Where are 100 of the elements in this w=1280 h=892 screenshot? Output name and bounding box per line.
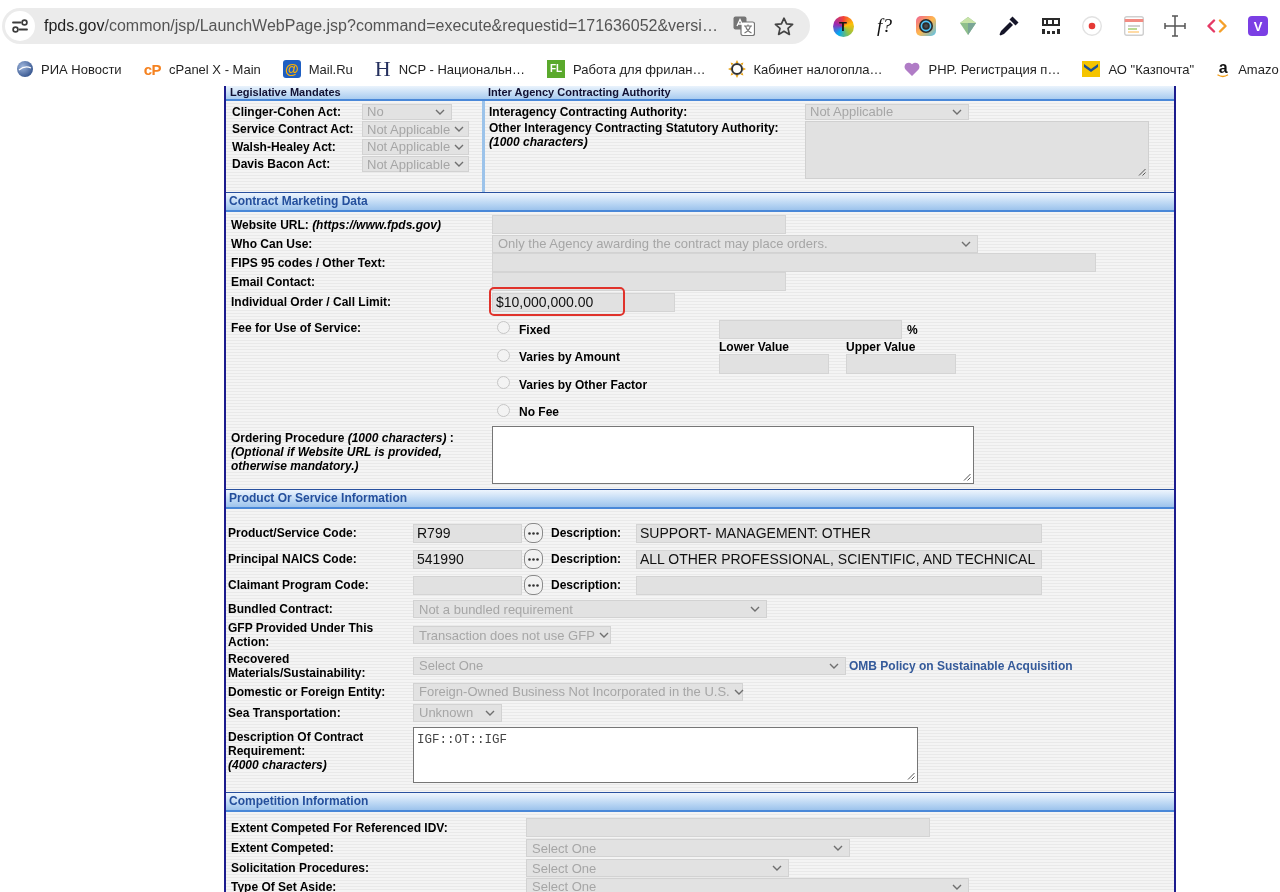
letter-logo-icon: H (374, 58, 391, 80)
ellipsis-icon (528, 583, 539, 587)
field-label: Bundled Contract: (228, 602, 334, 616)
envelope-icon (1082, 61, 1101, 77)
resize-grip-icon (907, 772, 915, 780)
extension-button[interactable]: T (832, 15, 854, 37)
section-title: Inter Agency Contracting Authority (487, 86, 671, 99)
address-bar[interactable]: fpds.gov/common/jsp/LaunchWebPage.jsp?command=execute&requestid=171636052&versi… (2, 8, 810, 44)
field-label: Email Contact: (231, 274, 316, 289)
chevron-down-icon (598, 632, 609, 638)
field-label: Ordering Procedure (1000 characters) : (Optional if Website URL is provided, otherwise mandatory.) (231, 430, 455, 473)
bookmark-link[interactable]: РИА Новости (17, 61, 122, 77)
field-label: Interagency Contracting Authority: (489, 104, 689, 119)
extension-button[interactable] (1164, 15, 1186, 37)
gem-icon (959, 17, 976, 35)
field-label: Description Of Contract Requirement: (4000 characters) (228, 729, 365, 772)
field-label: Description: (550, 578, 622, 592)
chevron-down-icon (829, 662, 839, 669)
ellipsis-icon (528, 531, 539, 535)
field-label: Product/Service Code: (228, 526, 358, 540)
lookup-button[interactable] (524, 523, 543, 543)
bookmark-link[interactable]: FL Работа для фрилан… (547, 60, 706, 78)
field-label: Service Contract Act: (231, 122, 355, 137)
heart-icon (904, 62, 921, 76)
field-label: Other Interagency Contracting Statutory Authority: (1000 characters) (489, 120, 780, 149)
section-header: Contract Marketing Data (226, 192, 1174, 212)
chevron-down-icon (952, 883, 962, 890)
field-label: FIPS 95 codes / Other Text: (231, 255, 387, 270)
lookup-button[interactable] (524, 575, 543, 595)
resize-grip-icon (963, 473, 971, 481)
camera-lens-icon (916, 16, 936, 36)
ellipsis-icon (528, 557, 539, 561)
chevron-down-icon (750, 606, 760, 612)
chevron-down-icon (733, 688, 744, 695)
chevron-down-icon (435, 108, 445, 115)
bookmark-link[interactable]: H NCP - Национальн… (374, 58, 525, 80)
field-label: Walsh-Healey Act: (231, 139, 337, 154)
bookmark-link[interactable]: a Amazo (1216, 60, 1279, 78)
extension-button[interactable]: f? (877, 15, 892, 37)
field-label: Website URL: (https://www.fpds.gov) (231, 217, 442, 232)
extension-button[interactable]: V (1248, 16, 1268, 36)
field-label: Description: (550, 552, 622, 566)
chevron-down-icon (454, 126, 465, 133)
field-label: Extent Competed For Referenced IDV: (231, 820, 449, 835)
section-title: Legislative Mandates (229, 86, 342, 99)
field-label: Description: (550, 526, 622, 540)
chevron-down-icon (952, 108, 962, 115)
field-label: Who Can Use: (231, 236, 314, 251)
lookup-button[interactable] (524, 549, 543, 569)
extension-button[interactable] (999, 16, 1019, 36)
field-label: Davis Bacon Act: (231, 157, 332, 172)
text-area[interactable] (492, 426, 974, 484)
extension-button[interactable] (916, 16, 936, 36)
letter-tile-icon: @ (282, 60, 301, 78)
bookmark-link[interactable]: PHP. Регистрация п… (904, 61, 1061, 77)
letter-tile-icon: FL (547, 60, 565, 78)
bookmark-link[interactable]: cP cPanel X - Main (143, 61, 261, 77)
field-label: Extent Competed: (231, 841, 335, 855)
field-label: Fee for Use of Service: (231, 320, 363, 335)
ruler-icon (1041, 18, 1060, 34)
section-header: Product Or Service Information (226, 489, 1174, 509)
letter-logo-icon: cP (143, 61, 161, 77)
eyedropper-icon (999, 16, 1019, 36)
bookmark-star-icon[interactable] (774, 16, 794, 36)
unit-label: % (907, 323, 918, 337)
chevron-down-icon (961, 240, 971, 247)
field-label: Recovered Materials/Sustainability: (228, 651, 367, 680)
field-label: Sea Transportation: (228, 705, 342, 720)
field-label: Claimant Program Code: (228, 578, 370, 592)
chevron-down-icon (485, 709, 495, 716)
chevron-down-icon (833, 845, 843, 851)
radio-label: Fixed (519, 322, 551, 337)
field-label: Individual Order / Call Limit: (231, 295, 393, 309)
chevron-down-icon (454, 161, 465, 168)
site-settings-icon[interactable] (5, 11, 35, 41)
radio-label: Varies by Amount (519, 350, 620, 365)
notepad-icon (1123, 16, 1144, 36)
section-header: Competition Information (226, 792, 1174, 812)
bookmark-link[interactable]: @ Mail.Ru (282, 60, 353, 78)
resize-grip-icon (1138, 167, 1146, 176)
extension-button[interactable] (1041, 18, 1060, 34)
sun-icon (727, 60, 746, 78)
record-dot-icon (1082, 16, 1102, 36)
chevron-down-icon (772, 865, 782, 871)
text-area[interactable]: IGF::OT::IGF (413, 727, 918, 783)
field-label: GFP Provided Under This Action: (228, 621, 375, 649)
bookmark-link[interactable]: АО "Казпочта" (1082, 61, 1195, 77)
code-brackets-icon (1206, 19, 1227, 33)
globe-icon (17, 61, 33, 77)
radio-label: Varies by Other Factor (519, 377, 648, 392)
chevron-down-icon (454, 143, 465, 150)
radio-label: No Fee (519, 405, 559, 420)
field-label: Solicitation Procedures: (231, 861, 371, 875)
translate-icon[interactable] (733, 16, 755, 36)
field-label: Principal NAICS Code: (228, 552, 358, 566)
column-label: Upper Value (846, 340, 917, 354)
move-cross-icon (1164, 15, 1186, 37)
field-label: Clinger-Cohen Act: (231, 104, 342, 119)
bookmark-link[interactable]: Кабинет налогопла… (727, 60, 883, 78)
field-label: Domestic or Foreign Entity: (228, 684, 387, 699)
